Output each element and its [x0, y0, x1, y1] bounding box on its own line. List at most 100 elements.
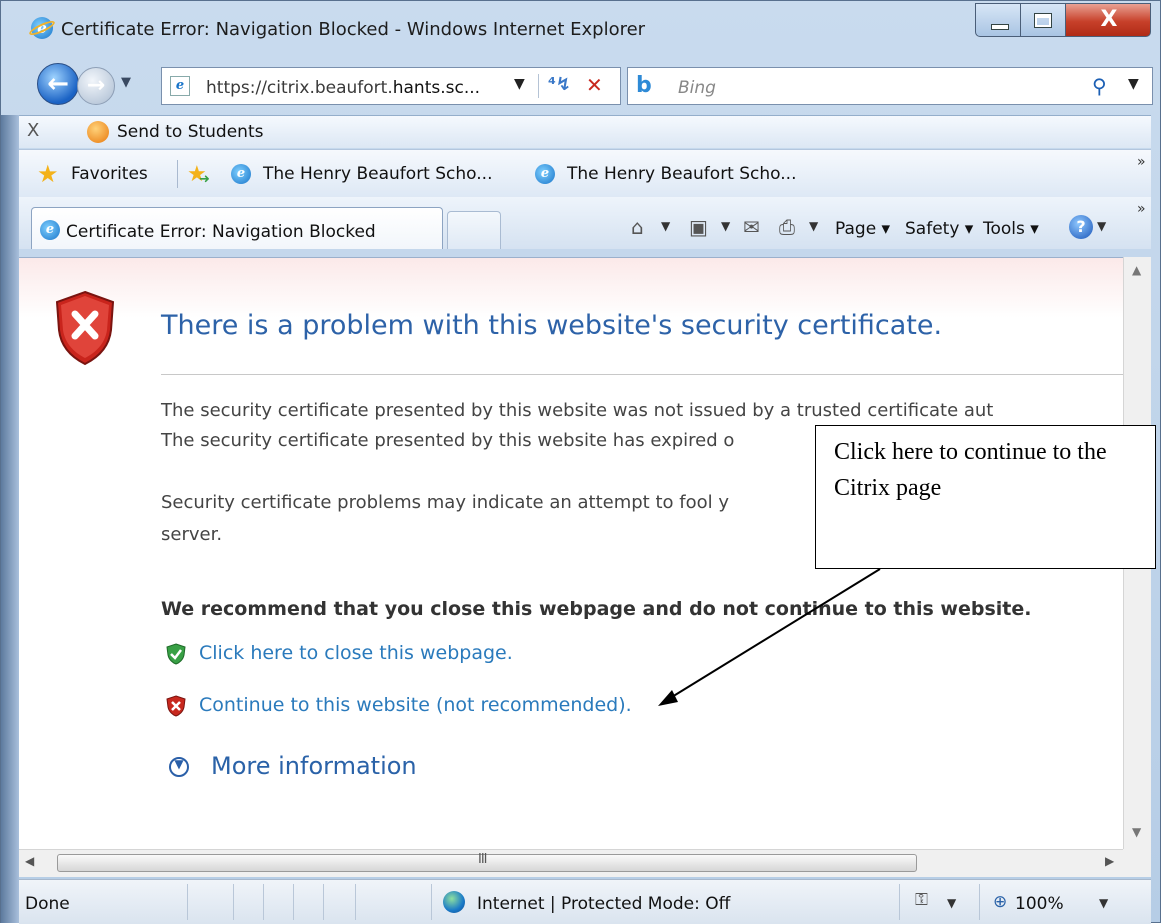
address-dropdown[interactable]: ▼: [514, 76, 525, 92]
protected-mode-dropdown[interactable]: ▼: [947, 896, 956, 910]
close-webpage-link[interactable]: Click here to close this webpage.: [199, 642, 513, 664]
continue-to-website-link[interactable]: Continue to this website (not recommende…: [199, 694, 632, 716]
error-detail-2: The security certificate presented by th…: [161, 430, 735, 451]
home-dropdown[interactable]: ▼: [661, 219, 670, 233]
close-icon: X: [1100, 7, 1118, 32]
maximize-icon: [1034, 13, 1052, 28]
favorite-link-2[interactable]: The Henry Beaufort Scho...: [567, 164, 796, 184]
print-dropdown[interactable]: ▼: [809, 219, 818, 233]
window-title: Certificate Error: Navigation Blocked - …: [61, 19, 646, 40]
scroll-left-icon[interactable]: ◀: [25, 854, 34, 868]
status-divider: [323, 884, 324, 920]
help-dropdown[interactable]: ▼: [1097, 219, 1106, 233]
status-bar: Done Internet | Protected Mode: Off ⚿ ▼ …: [19, 879, 1151, 924]
feeds-icon[interactable]: ▣: [689, 215, 708, 239]
help-icon[interactable]: ?: [1069, 215, 1093, 239]
feeds-dropdown[interactable]: ▼: [721, 219, 730, 233]
recent-pages-dropdown[interactable]: ▼: [121, 75, 131, 90]
stop-icon[interactable]: ✕: [586, 73, 603, 97]
send-to-students-button[interactable]: Send to Students: [117, 122, 263, 142]
recommendation-text: We recommend that you close this webpage…: [161, 598, 1032, 620]
new-tab-button[interactable]: [447, 211, 501, 249]
refresh-icon[interactable]: ⁴↯: [548, 74, 571, 96]
safe-shield-icon: [166, 643, 186, 665]
toolbar-close-icon[interactable]: X: [27, 120, 39, 141]
bing-logo-icon: b: [636, 73, 652, 98]
title-bar[interactable]: e Certificate Error: Navigation Blocked …: [1, 1, 1160, 59]
minimize-icon: [991, 24, 1009, 30]
scroll-down-icon[interactable]: ▼: [1132, 825, 1141, 839]
status-divider: [431, 884, 432, 920]
expand-chevron-icon[interactable]: ▼: [169, 757, 189, 777]
error-shield-icon: [55, 290, 115, 366]
page-title: There is a problem with this website's s…: [161, 310, 943, 341]
favorite-link-icon: e: [535, 164, 555, 184]
address-url[interactable]: https://citrix.beaufort.hants.sc...: [206, 78, 480, 98]
tab-page-icon: e: [40, 220, 60, 240]
add-to-favorites-bar-icon[interactable]: ★ ➜: [187, 162, 210, 187]
close-window-button[interactable]: X: [1065, 3, 1151, 37]
favorites-star-icon: ★: [37, 160, 59, 188]
command-overflow-chevron-icon[interactable]: »: [1137, 201, 1146, 217]
search-input[interactable]: Bing: [678, 78, 716, 98]
print-icon[interactable]: ⎙: [779, 215, 795, 239]
internet-zone-icon: [443, 891, 465, 913]
scroll-up-icon[interactable]: ▲: [1132, 263, 1141, 277]
forward-button[interactable]: →: [77, 67, 115, 105]
status-divider: [187, 884, 188, 920]
scrollbar-corner: [1123, 849, 1151, 877]
toolbar: X Send to Students: [19, 115, 1151, 148]
favorites-overflow-chevron-icon[interactable]: »: [1137, 154, 1146, 170]
favorite-link-1[interactable]: The Henry Beaufort Scho...: [263, 164, 492, 184]
status-divider: [263, 884, 264, 920]
back-arrow-icon: ←: [47, 69, 69, 99]
minimize-button[interactable]: [975, 3, 1021, 37]
unsafe-shield-icon: [166, 695, 186, 717]
horizontal-scroll-thumb[interactable]: III: [57, 852, 917, 872]
favorites-button[interactable]: Favorites: [71, 164, 148, 184]
favorites-bar: ★ Favorites ★ ➜ e The Henry Beaufort Scho…: [19, 149, 1151, 198]
address-separator: [538, 74, 539, 98]
tools-menu[interactable]: Tools ▾: [983, 219, 1039, 239]
mail-icon[interactable]: ✉: [743, 215, 760, 239]
divider: [161, 374, 1123, 375]
page-menu[interactable]: Page ▾: [835, 219, 890, 239]
error-detail-1: The security certificate presented by th…: [161, 400, 994, 421]
callout-text: Click here to continue to the Citrix pag…: [834, 439, 1107, 501]
status-divider: [355, 884, 356, 920]
tab-label: Certificate Error: Navigation Blocked: [66, 222, 376, 242]
forward-arrow-icon: →: [86, 73, 106, 98]
maximize-button[interactable]: [1020, 3, 1066, 37]
annotation-callout: Click here to continue to the Citrix pag…: [815, 425, 1156, 569]
address-bar[interactable]: e https://citrix.beaufort.hants.sc... ▼ …: [161, 67, 621, 105]
home-icon[interactable]: ⌂: [631, 215, 644, 239]
status-divider: [899, 884, 900, 920]
scroll-right-icon[interactable]: ▶: [1105, 854, 1114, 868]
safety-menu[interactable]: Safety ▾: [905, 219, 973, 239]
ie-logo-icon: e: [27, 17, 57, 39]
warning-text-2: server.: [161, 524, 223, 545]
status-divider: [233, 884, 234, 920]
favorites-separator: [177, 160, 178, 188]
search-box[interactable]: b Bing ⚲ ▼: [627, 67, 1153, 105]
tab-active[interactable]: e Certificate Error: Navigation Blocked: [31, 207, 443, 249]
back-button[interactable]: ←: [37, 63, 79, 105]
warning-text-1: Security certificate problems may indica…: [161, 492, 729, 513]
search-options-dropdown[interactable]: ▼: [1128, 76, 1139, 92]
search-icon[interactable]: ⚲: [1092, 74, 1107, 98]
more-information-link[interactable]: More information: [211, 752, 417, 780]
status-divider: [979, 884, 980, 920]
horizontal-scrollbar[interactable]: ◀ III ▶: [19, 849, 1123, 877]
window-left-edge: [1, 115, 19, 923]
protected-mode-icon[interactable]: ⚿: [915, 890, 928, 910]
status-divider: [293, 884, 294, 920]
security-zone-text[interactable]: Internet | Protected Mode: Off: [477, 894, 730, 914]
zoom-level[interactable]: 100%: [1015, 894, 1064, 914]
zoom-icon: ⊕: [993, 892, 1008, 912]
page-icon: e: [170, 76, 190, 96]
command-bar: e Certificate Error: Navigation Blocked …: [19, 197, 1151, 249]
status-text: Done: [25, 894, 70, 914]
zoom-dropdown[interactable]: ▼: [1099, 896, 1108, 910]
favorite-link-icon: e: [231, 164, 251, 184]
send-to-students-icon: [87, 121, 109, 143]
